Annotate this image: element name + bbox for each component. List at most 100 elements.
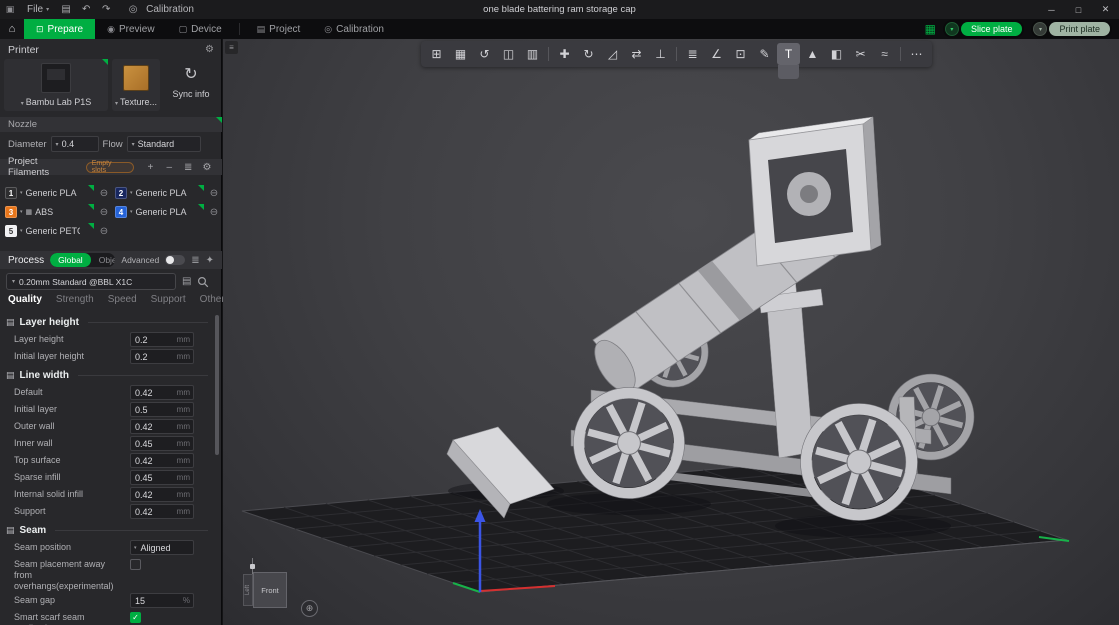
- param-group-header[interactable]: ▤Layer height: [0, 312, 216, 331]
- param-scrollbar[interactable]: [215, 315, 219, 621]
- orientation-left-face[interactable]: Left: [243, 574, 253, 606]
- auto-orient-icon[interactable]: ↺: [473, 43, 496, 65]
- split-to-objects-icon[interactable]: ◫: [497, 43, 520, 65]
- remove-filament-icon[interactable]: –: [162, 162, 176, 173]
- add-filament-icon[interactable]: +: [144, 162, 158, 173]
- filament-exclude-icon[interactable]: ⊖: [207, 207, 221, 218]
- split-to-parts-icon[interactable]: ▥: [521, 43, 544, 65]
- move-icon[interactable]: ✚: [553, 43, 576, 65]
- maximize-button[interactable]: □: [1065, 0, 1092, 19]
- filament-settings-gear-icon[interactable]: ⚙: [200, 162, 214, 173]
- camera-orbit-icon[interactable]: ⊕: [301, 600, 318, 617]
- param-dropdown[interactable]: ▾Aligned: [130, 540, 194, 555]
- filament-index-swatch[interactable]: 3: [5, 206, 17, 218]
- param-input[interactable]: 0.42mm: [130, 453, 194, 468]
- slice-options-caret-icon[interactable]: ▾: [945, 22, 959, 36]
- advanced-toggle[interactable]: [165, 255, 185, 265]
- param-input[interactable]: 0.5mm: [130, 402, 194, 417]
- lay-on-face-icon[interactable]: ⊥: [649, 43, 672, 65]
- slider-knob[interactable]: [250, 564, 255, 569]
- param-tab-support[interactable]: Support: [151, 294, 186, 305]
- viewport-3d[interactable]: ≡ ⊞▦↺◫▥✚↻◿⇄⊥≣∠⊡✎T▲◧✂≈⋯: [223, 39, 1119, 625]
- support-painting-icon[interactable]: ▲: [801, 43, 824, 65]
- param-input[interactable]: 15%: [130, 593, 194, 608]
- minimize-button[interactable]: ─: [1038, 0, 1065, 19]
- scope-global[interactable]: Global: [50, 253, 91, 267]
- assembly-view-icon[interactable]: ⊡: [729, 43, 752, 65]
- search-preset-icon[interactable]: [197, 276, 209, 288]
- plate-icon[interactable]: ▤: [56, 4, 76, 15]
- scope-objects[interactable]: Objects: [91, 253, 116, 267]
- param-checkbox[interactable]: [130, 559, 141, 570]
- printer-settings-gear-icon[interactable]: ⚙: [205, 44, 214, 55]
- text-tool-icon[interactable]: T: [777, 43, 800, 65]
- cut-icon[interactable]: ✂: [849, 43, 872, 65]
- viewport-3d-scene[interactable]: [223, 39, 1119, 625]
- param-input[interactable]: 0.45mm: [130, 436, 194, 451]
- param-tab-quality[interactable]: Quality: [8, 294, 42, 305]
- filament-index-swatch[interactable]: 4: [115, 206, 127, 218]
- color-painting-icon[interactable]: ◧: [825, 43, 848, 65]
- tab-preview[interactable]: ◉ Preview: [95, 19, 166, 39]
- tab-calibration[interactable]: ◎ Calibration: [312, 19, 396, 39]
- filament-exclude-icon[interactable]: ⊖: [207, 188, 221, 199]
- seam-painting-icon[interactable]: ✎: [753, 43, 776, 65]
- filament-exclude-icon[interactable]: ⊖: [97, 207, 111, 218]
- home-button[interactable]: ⌂: [0, 19, 24, 39]
- process-preset-dropdown[interactable]: ▾ 0.20mm Standard @BBL X1C: [6, 273, 176, 290]
- battering-ram-model[interactable]: [571, 117, 974, 520]
- param-input[interactable]: 0.2mm: [130, 349, 194, 364]
- fuzzy-skin-icon[interactable]: ≈: [873, 43, 896, 65]
- param-input[interactable]: 0.42mm: [130, 487, 194, 502]
- process-scope-toggle[interactable]: Global Objects: [50, 253, 115, 267]
- tab-project[interactable]: ▤ Project: [245, 19, 313, 39]
- close-button[interactable]: ✕: [1092, 0, 1119, 19]
- save-preset-icon[interactable]: ▤: [182, 276, 191, 287]
- orientation-widget[interactable]: Left Front: [237, 562, 297, 612]
- slice-plate-button[interactable]: Slice plate: [961, 22, 1023, 36]
- parameter-table-icon[interactable]: ≣: [191, 255, 199, 266]
- collapse-sidebar-icon[interactable]: ≡: [225, 41, 238, 54]
- sync-info-button[interactable]: ↻ Sync info: [164, 59, 218, 111]
- param-tab-speed[interactable]: Speed: [108, 294, 137, 305]
- measure-icon[interactable]: ∠: [705, 43, 728, 65]
- rotate-icon[interactable]: ↻: [577, 43, 600, 65]
- filament-index-swatch[interactable]: 1: [5, 187, 17, 199]
- filament-exclude-icon[interactable]: ⊖: [97, 188, 111, 199]
- calibration-menu[interactable]: ◎ Calibration: [116, 0, 201, 19]
- filament-item[interactable]: 2▾Generic PLA: [114, 185, 204, 201]
- filament-index-swatch[interactable]: 2: [115, 187, 127, 199]
- scale-icon[interactable]: ◿: [601, 43, 624, 65]
- param-input[interactable]: 0.45mm: [130, 470, 194, 485]
- tab-prepare[interactable]: ⊡ Prepare: [24, 19, 95, 39]
- arrange-icon[interactable]: ▦: [449, 43, 472, 65]
- add-plate-icon[interactable]: ⊞: [425, 43, 448, 65]
- mirror-icon[interactable]: ⇄: [625, 43, 648, 65]
- filament-exclude-icon[interactable]: ⊖: [97, 226, 111, 237]
- param-input[interactable]: 0.42mm: [130, 504, 194, 519]
- param-input[interactable]: 0.42mm: [130, 419, 194, 434]
- build-plate-selector[interactable]: ▾Texture...: [112, 59, 160, 111]
- tab-device[interactable]: ▢ Device: [167, 19, 234, 39]
- flow-dropdown[interactable]: ▾ Standard: [127, 136, 201, 152]
- filament-item[interactable]: 5▾Generic PETG: [4, 223, 94, 239]
- undo-icon[interactable]: ↶: [76, 4, 96, 15]
- param-input[interactable]: 0.2mm: [130, 332, 194, 347]
- redo-icon[interactable]: ↷: [96, 4, 116, 15]
- nozzle-diameter-dropdown[interactable]: ▾ 0.4: [51, 136, 99, 152]
- filament-list-icon[interactable]: ≣: [181, 162, 195, 173]
- param-group-header[interactable]: ▤Seam: [0, 520, 216, 539]
- filament-index-swatch[interactable]: 5: [5, 225, 17, 237]
- filament-item[interactable]: 1▾Generic PLA: [4, 185, 94, 201]
- filament-item[interactable]: 4▾Generic PLA: [114, 204, 204, 220]
- filament-item[interactable]: 3▾▦ABS: [4, 204, 94, 220]
- print-options-caret-icon[interactable]: ▾: [1033, 22, 1047, 36]
- param-input[interactable]: 0.42mm: [130, 385, 194, 400]
- file-menu[interactable]: File ▾: [20, 0, 56, 19]
- param-tab-strength[interactable]: Strength: [56, 294, 94, 305]
- param-group-header[interactable]: ▤Line width: [0, 365, 216, 384]
- tune-icon[interactable]: ✦: [206, 255, 214, 266]
- variable-layer-height-icon[interactable]: ≣: [681, 43, 704, 65]
- print-plate-button[interactable]: Print plate: [1049, 22, 1110, 36]
- multi-plate-icon[interactable]: ▦: [925, 22, 936, 36]
